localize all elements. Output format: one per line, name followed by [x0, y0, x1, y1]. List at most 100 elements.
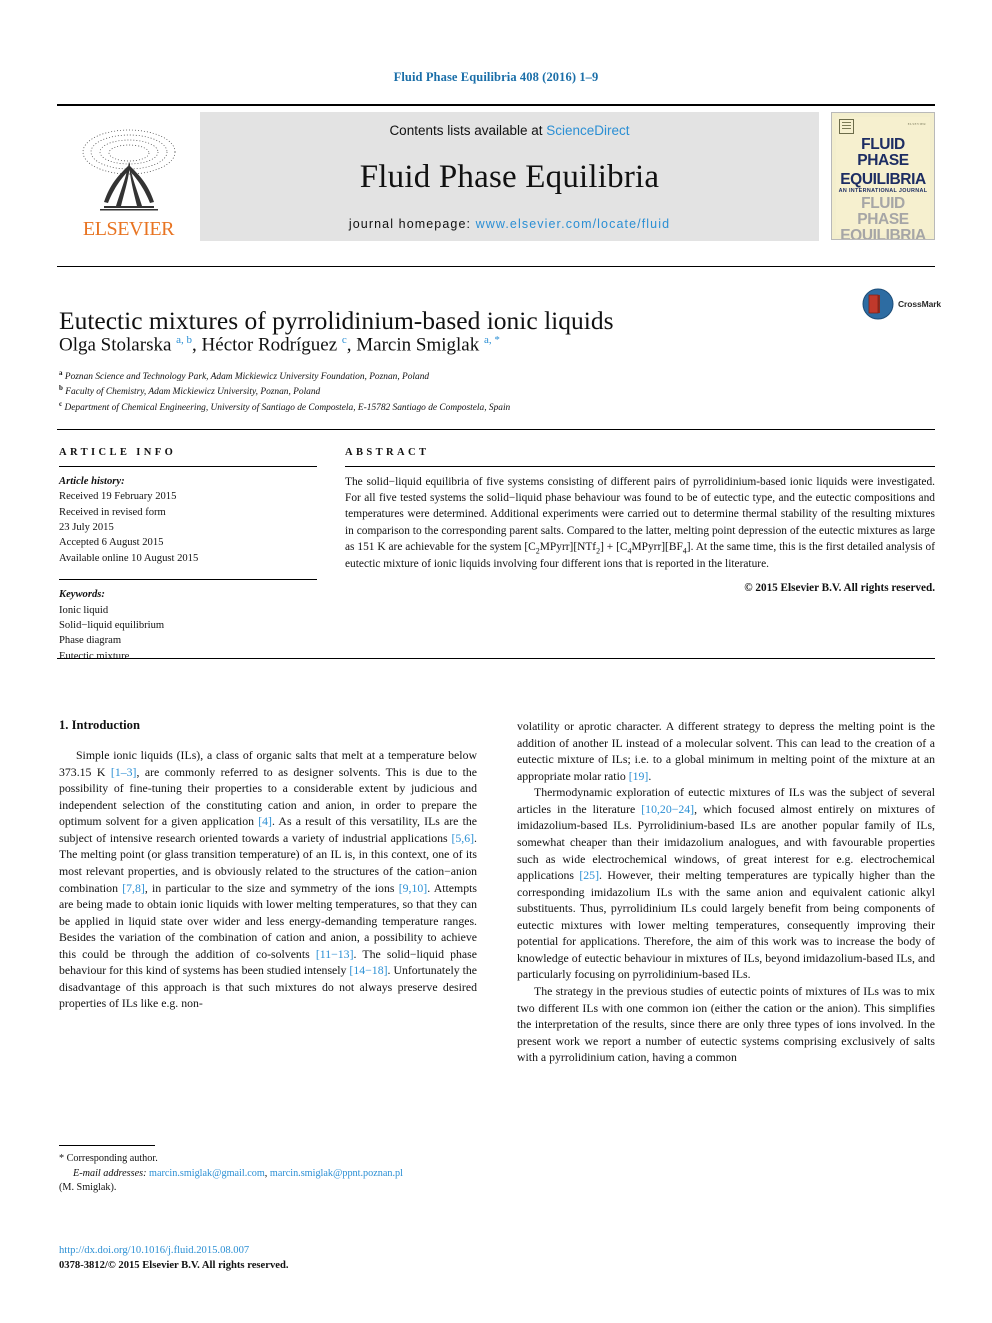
elsevier-tree-icon — [82, 129, 175, 211]
crossmark-badge[interactable]: CrossMark — [862, 288, 946, 320]
author-list: Olga Stolarska a, b, Héctor Rodríguez c,… — [59, 333, 839, 358]
article-info-heading: ARTICLE INFO — [59, 447, 177, 458]
cover-ghost-line2: EQUILIBRIA — [840, 226, 926, 240]
article-history-item: Received in revised form — [59, 506, 166, 518]
body-paragraph: Thermodynamic exploration of eutectic mi… — [517, 784, 935, 983]
left-column-paragraphs: Simple ionic liquids (ILs), a class of o… — [59, 747, 477, 1012]
article-history-item: Received 19 February 2015 — [59, 491, 177, 503]
corresponding-label: Corresponding author. — [66, 1153, 158, 1164]
affiliation-text: Department of Chemical Engineering, Univ… — [62, 403, 511, 414]
citation-link[interactable]: [5,6] — [451, 831, 474, 845]
affiliation-item: c Department of Chemical Engineering, Un… — [59, 400, 859, 415]
affiliation-item: a Poznan Science and Technology Park, Ad… — [59, 369, 859, 384]
email-owner: (M. Smiglak). — [59, 1182, 117, 1194]
email-link-2[interactable]: marcin.smiglak@ppnt.poznan.pl — [270, 1168, 403, 1179]
elsevier-wordmark: ELSEVIER — [82, 218, 175, 240]
cover-ghost-line1: FLUID PHASE — [857, 195, 909, 229]
page-title: Eutectic mixtures of pyrrolidinium-based… — [59, 306, 614, 336]
info-band-bottom-divider — [57, 658, 935, 659]
cover-title-line1: FLUID PHASE — [857, 136, 909, 169]
author-separator: , — [346, 334, 357, 356]
journal-homepage-line: journal homepage: www.elsevier.com/locat… — [349, 217, 670, 231]
cover-title-line2: EQUILIBRIA — [840, 170, 926, 188]
sciencedirect-link[interactable]: ScienceDirect — [546, 123, 629, 138]
article-history-item: Accepted 6 August 2015 — [59, 537, 164, 549]
citation-link[interactable]: [4] — [258, 814, 272, 828]
abstract-part3: ] + [C — [600, 540, 628, 553]
author-name: Héctor Rodríguez — [201, 334, 342, 356]
homepage-prefix: journal homepage: — [348, 217, 476, 231]
body-paragraph: The strategy in the previous studies of … — [517, 983, 935, 1066]
paper-first-page: Fluid Phase Equilibria 408 (2016) 1–9 EL… — [0, 0, 992, 1323]
article-history-block: Article history: Received 19 February 20… — [59, 474, 317, 566]
corresponding-author-line: * Corresponding author. — [59, 1152, 479, 1167]
citation-link[interactable]: [1–3] — [111, 765, 137, 779]
citation-link[interactable]: [19] — [629, 769, 649, 783]
section-heading-introduction: 1. Introduction — [59, 718, 140, 732]
journal-homepage-link[interactable]: www.elsevier.com/locate/fluid — [476, 217, 670, 231]
citation-link[interactable]: [25] — [579, 868, 599, 882]
info-band-top-divider — [57, 429, 935, 430]
article-info-rule — [59, 466, 317, 467]
body-paragraph: volatility or aprotic character. A diffe… — [517, 718, 935, 784]
cover-elsevier-icon — [839, 119, 854, 134]
paragraph-text: volatility or aprotic character. A diffe… — [517, 719, 935, 783]
author-name: Marcin Smiglak — [356, 334, 484, 356]
email-label: E-mail addresses: — [73, 1167, 147, 1179]
cover-subtitle: AN INTERNATIONAL JOURNAL — [838, 188, 928, 195]
elsevier-logo: ELSEVIER — [57, 112, 200, 241]
footnote-block: * Corresponding author. E-mail addresses… — [59, 1152, 479, 1196]
doi-link[interactable]: http://dx.doi.org/10.1016/j.fluid.2015.0… — [59, 1243, 479, 1258]
keyword-item: Phase diagram — [59, 635, 122, 647]
article-info-column: ARTICLE INFO Article history: Received 1… — [59, 447, 317, 664]
body-column-left: 1. Introduction Simple ionic liquids (IL… — [59, 718, 477, 1012]
author-separator: , — [192, 334, 202, 356]
keyword-items: Ionic liquid Solid−liquid equilibrium Phas… — [59, 603, 317, 664]
footnote-divider — [59, 1145, 155, 1146]
abstract-heading: ABSTRACT — [345, 447, 430, 458]
keyword-item: Ionic liquid — [59, 604, 109, 616]
abstract-part2: MPyrr][NTf — [539, 540, 597, 553]
paragraph-text: , in particular to the size and symmetry… — [144, 880, 399, 895]
doi-block: http://dx.doi.org/10.1016/j.fluid.2015.0… — [59, 1243, 479, 1274]
running-head: Fluid Phase Equilibria 408 (2016) 1–9 — [393, 70, 599, 84]
affiliation-list: a Poznan Science and Technology Park, Ad… — [59, 369, 859, 415]
email-link-1[interactable]: marcin.smiglak@gmail.com — [149, 1168, 265, 1179]
journal-title: Fluid Phase Equilibria — [359, 159, 660, 195]
article-history-items: Received 19 February 2015 Received in rev… — [59, 489, 317, 566]
keywords-label: Keywords: — [59, 589, 105, 601]
right-column-paragraphs: volatility or aprotic character. A diffe… — [517, 718, 935, 1066]
citation-link[interactable]: [7,8] — [122, 881, 145, 895]
citation-link[interactable]: [9,10] — [399, 881, 428, 895]
contents-lists-line: Contents lists available at ScienceDirec… — [389, 123, 629, 138]
author-affiliation-mark: a, b — [176, 334, 193, 346]
abstract-part4: MPyrr][BF — [631, 540, 683, 553]
author-name: Olga Stolarska — [59, 334, 177, 356]
affiliation-text: Faculty of Chemistry, Adam Mickiewicz Un… — [62, 387, 321, 398]
article-history-item: Available online 10 August 2015 — [59, 552, 199, 564]
affiliation-item: b Faculty of Chemistry, Adam Mickiewicz … — [59, 384, 859, 399]
abstract-column: ABSTRACT The solid−liquid equilibria of … — [345, 447, 935, 594]
citation-link[interactable]: [14−18] — [349, 963, 387, 977]
paragraph-text: . — [648, 768, 652, 783]
title-divider — [57, 266, 935, 267]
article-history-label: Article history: — [59, 476, 125, 487]
abstract-text: The solid−liquid equilibria of five syst… — [345, 474, 935, 573]
citation-link[interactable]: [10,20−24] — [641, 802, 694, 816]
article-history-item: 23 July 2015 — [59, 522, 114, 534]
paragraph-text: The strategy in the previous studies of … — [517, 984, 935, 1065]
cover-corner-tag: ELSEVIER — [907, 122, 926, 126]
masthead-center: Contents lists available at ScienceDirec… — [200, 112, 819, 241]
keywords-rule — [59, 579, 317, 581]
issn-copyright-line: 0378-3812/© 2015 Elsevier B.V. All right… — [59, 1260, 289, 1272]
keywords-block: Keywords: Ionic liquid Solid−liquid equil… — [59, 587, 317, 664]
body-column-right: volatility or aprotic character. A diffe… — [517, 718, 935, 1066]
keyword-item: Solid−liquid equilibrium — [59, 619, 165, 631]
journal-cover-thumbnail: ELSEVIER FLUID PHASE EQUILIBRIA AN INTER… — [831, 112, 935, 240]
email-line: E-mail addresses: marcin.smiglak@gmail.c… — [59, 1167, 479, 1182]
citation-link[interactable]: [11−13] — [316, 947, 354, 961]
body-paragraph: Simple ionic liquids (ILs), a class of o… — [59, 747, 477, 1012]
abstract-rule — [345, 466, 935, 467]
corresponding-mark: * — [59, 1153, 65, 1164]
crossmark-icon — [862, 288, 894, 320]
